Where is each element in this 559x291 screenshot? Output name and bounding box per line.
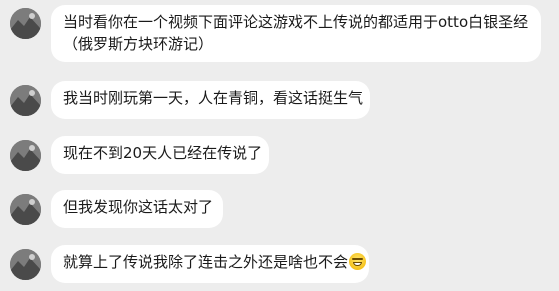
user-avatar-icon — [10, 85, 41, 116]
avatar[interactable] — [10, 249, 41, 280]
avatar[interactable] — [10, 85, 41, 116]
user-avatar-icon — [10, 249, 41, 280]
message-bubble: 当时看你在一个视频下面评论这游戏不上传说的都适用于otto白银圣经 （俄罗斯方块… — [51, 5, 541, 62]
message-text: 我当时刚玩第一天，人在青铜，看这话挺生气 — [63, 89, 364, 107]
message-bubble: 就算上了传说我除了连击之外还是啥也不会 — [51, 245, 369, 283]
message-bubble: 我当时刚玩第一天，人在青铜，看这话挺生气 — [51, 81, 370, 119]
message-bubble: 但我发现你这话太对了 — [51, 190, 223, 228]
message-text: 当时看你在一个视频下面评论这游戏不上传说的都适用于otto白银圣经 — [63, 13, 529, 31]
message-bubble: 现在不到20天人已经在传说了 — [51, 136, 269, 174]
message-text: 就算上了传说我除了连击之外还是啥也不会 — [63, 253, 349, 271]
avatar[interactable] — [10, 8, 41, 39]
user-avatar-icon — [10, 8, 41, 39]
grinning-sweat-emoji-icon — [349, 253, 367, 270]
user-avatar-icon — [10, 140, 41, 171]
message-text: 但我发现你这话太对了 — [63, 198, 214, 216]
message-text: （俄罗斯方块环游记） — [63, 35, 214, 53]
user-avatar-icon — [10, 194, 41, 225]
message-text: 现在不到20天人已经在传说了 — [63, 144, 263, 162]
avatar[interactable] — [10, 140, 41, 171]
avatar[interactable] — [10, 194, 41, 225]
